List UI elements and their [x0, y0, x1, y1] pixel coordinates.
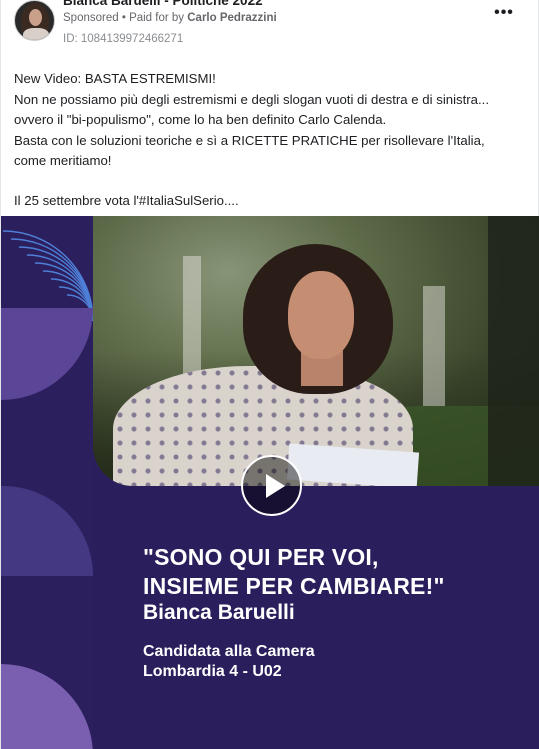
candidacy-line: Candidata alla Camera [143, 643, 315, 660]
sponsored-meta: Sponsored • Paid for by Carlo Pedrazzini [63, 12, 277, 24]
play-button-icon[interactable] [241, 455, 302, 516]
more-options-icon[interactable]: ••• [494, 5, 514, 24]
payer-name: Carlo Pedrazzini [187, 12, 277, 24]
decorative-shape [1, 664, 93, 749]
caption-line: Non ne possiamo più degli estremismi e d… [14, 91, 489, 107]
sponsored-label: Sponsored [63, 12, 119, 24]
post-caption: New Video: BASTA ESTREMISMI! Non ne poss… [14, 69, 524, 211]
video-media[interactable]: "SONO QUI PER VOI, INSIEME PER CAMBIARE!… [1, 216, 539, 749]
ad-card: Bianca Baruelli - Politiche 2022 Sponsor… [0, 0, 539, 749]
caption-line: come meritiamo! [14, 153, 112, 168]
meta-separator: • [121, 12, 126, 24]
caption-line: Il 25 settembre vota l'#ItaliaSulSerio..… [14, 192, 239, 208]
decorative-shape [1, 486, 93, 576]
ad-id: ID: 1084139972466271 [63, 33, 184, 45]
candidacy-line: Lombardia 4 - U02 [143, 663, 282, 680]
video-thumbnail-photo [93, 216, 539, 486]
decorative-shape [1, 308, 93, 400]
page-avatar[interactable] [14, 0, 55, 41]
post-header: Bianca Baruelli - Politiche 2022 Sponsor… [1, 0, 538, 56]
quote-line: INSIEME PER CAMBIARE!" [143, 573, 445, 599]
paid-for-prefix: Paid for by [129, 12, 185, 24]
caption-line: ovvero il "bi-populismo", come lo ha ben… [14, 112, 387, 127]
decorative-strip [1, 216, 93, 749]
quote-author: Bianca Baruelli [143, 601, 295, 624]
video-quote: "SONO QUI PER VOI, INSIEME PER CAMBIARE!… [143, 543, 445, 601]
caption-line: New Video: BASTA ESTREMISMI! [14, 71, 216, 86]
caption-line: Basta con le soluzioni teoriche e sì a R… [14, 132, 485, 148]
quote-line: "SONO QUI PER VOI, [143, 544, 379, 570]
page-name-link[interactable]: Bianca Baruelli - Politiche 2022 [63, 0, 263, 8]
